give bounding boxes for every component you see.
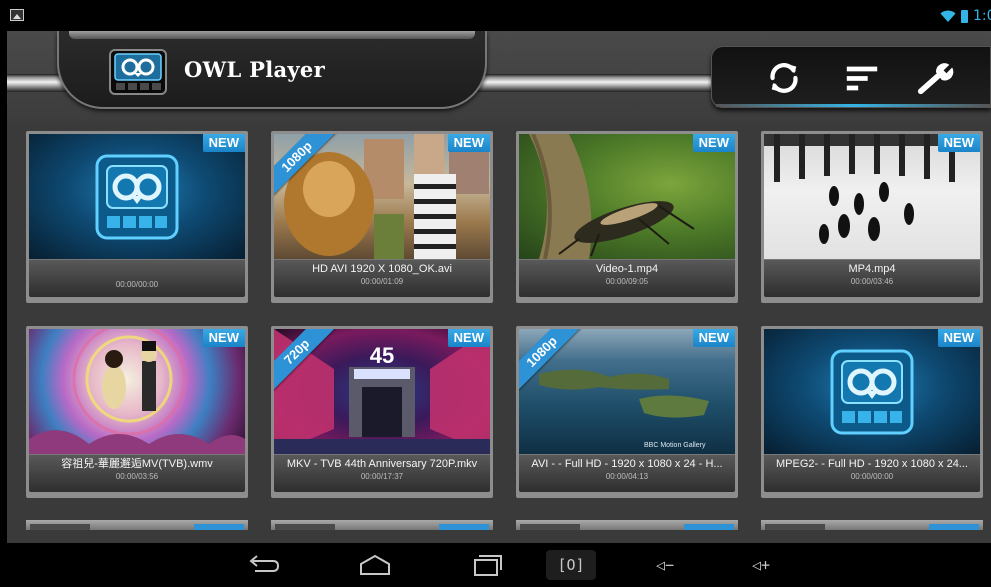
new-badge: NEW <box>937 134 980 152</box>
video-thumbnail: NEW <box>764 329 980 454</box>
watermark-text: BBC Motion Gallery <box>644 442 706 449</box>
owl-logo-icon <box>830 349 914 435</box>
owl-player-app: OWL Player NEW 00:00/00:00 1080p NEW HD … <box>7 31 991 543</box>
video-tile-partial[interactable] <box>761 520 983 530</box>
video-caption: HD AVI 1920 X 1080_OK.avi 00:00/01:09 <box>274 259 490 297</box>
video-thumbnail: NEW <box>764 134 980 259</box>
refresh-icon <box>770 63 798 93</box>
status-bar: 1:04 <box>0 0 991 31</box>
battery-icon <box>961 9 968 23</box>
new-badge: NEW <box>447 329 490 347</box>
mv-scene <box>29 329 245 454</box>
owl-logo-icon <box>109 49 167 95</box>
new-badge: NEW <box>202 329 245 347</box>
video-tile[interactable]: 1080p NEW BBC Motion Gallery AVI - - Ful… <box>516 326 738 498</box>
video-duration: 00:00/03:46 <box>850 277 894 286</box>
video-thumbnail: 1080p NEW BBC Motion Gallery <box>519 329 735 454</box>
video-tile-partial[interactable] <box>516 520 738 530</box>
volume-down-button[interactable]: ◁− <box>640 550 690 580</box>
new-badge: NEW <box>692 329 735 347</box>
video-tile[interactable]: 720p NEW 45 MKV - TVB 44th Anniversary 7… <box>271 326 493 498</box>
refresh-button[interactable] <box>762 57 806 99</box>
back-button[interactable] <box>238 550 288 580</box>
video-name: MKV - TVB 44th Anniversary 720P.mkv <box>286 458 478 470</box>
video-tile-partial[interactable] <box>271 520 493 530</box>
video-caption: MKV - TVB 44th Anniversary 720P.mkv 00:0… <box>274 454 490 492</box>
video-duration: 00:00/09:05 <box>605 277 649 286</box>
recent-apps-icon <box>474 555 502 576</box>
video-tile[interactable]: NEW MPEG2- - Full HD - 1920 x 1080 x 24.… <box>761 326 983 498</box>
back-icon <box>249 555 280 572</box>
video-caption: MP4.mp4 00:00/03:46 <box>764 259 980 297</box>
video-caption: 00:00/00:00 <box>29 259 245 297</box>
video-duration: 00:00/04:13 <box>605 472 649 481</box>
video-name: AVI - - Full HD - 1920 x 1080 x 24 - H..… <box>531 458 723 470</box>
owl-logo-icon <box>95 154 179 240</box>
new-badge: NEW <box>937 329 980 347</box>
gallery-notification-icon <box>10 9 24 21</box>
video-tile[interactable]: NEW 容祖兒-華麗邂逅MV(TVB).wmv 00:00/03:56 <box>26 326 248 498</box>
stage-number-text: 45 <box>370 343 394 368</box>
video-duration: 00:00/00:00 <box>850 472 894 481</box>
video-thumbnail: NEW <box>29 329 245 454</box>
settings-button[interactable] <box>914 57 958 99</box>
wifi-icon <box>940 9 956 23</box>
screenshot-icon: [O] <box>557 556 585 574</box>
new-badge: NEW <box>447 134 490 152</box>
recent-apps-button[interactable] <box>462 550 512 580</box>
clock: 1:04 <box>973 8 991 24</box>
status-icons: 1:04 <box>940 7 991 25</box>
video-caption: Video-1.mp4 00:00/09:05 <box>519 259 735 297</box>
video-name: HD AVI 1920 X 1080_OK.avi <box>312 263 452 275</box>
video-name: Video-1.mp4 <box>595 263 659 275</box>
video-duration: 00:00/17:37 <box>360 472 404 481</box>
video-name: MPEG2- - Full HD - 1920 x 1080 x 24... <box>776 458 968 470</box>
app-header: OWL Player <box>7 31 991 124</box>
video-caption: MPEG2- - Full HD - 1920 x 1080 x 24... 0… <box>764 454 980 492</box>
home-icon <box>360 554 390 575</box>
new-badge: NEW <box>202 134 245 152</box>
volume-up-icon: ◁+ <box>751 556 771 574</box>
video-tile[interactable]: 1080p NEW HD AVI 1920 X 1080_OK.avi 00:0… <box>271 131 493 303</box>
new-badge: NEW <box>692 134 735 152</box>
sort-button[interactable] <box>840 57 884 99</box>
video-thumbnail: 720p NEW 45 <box>274 329 490 454</box>
video-duration: 00:00/00:00 <box>115 280 159 289</box>
title-tab: OWL Player <box>57 31 487 109</box>
video-name: 容祖兒-華麗邂逅MV(TVB).wmv <box>61 458 213 470</box>
wrench-icon <box>917 63 954 95</box>
screenshot-button[interactable]: [O] <box>546 550 596 580</box>
system-nav-bar: [O] ◁− ◁+ <box>0 543 991 587</box>
video-tile[interactable]: NEW 00:00/00:00 <box>26 131 248 303</box>
video-caption: 容祖兒-華麗邂逅MV(TVB).wmv 00:00/03:56 <box>29 454 245 492</box>
video-duration: 00:00/01:09 <box>360 277 404 286</box>
video-tile[interactable]: NEW Video-1.mp4 00:00/09:05 <box>516 131 738 303</box>
insect-scene <box>529 134 695 259</box>
video-duration: 00:00/03:56 <box>115 472 159 481</box>
header-toolbar <box>711 46 991 108</box>
video-caption: AVI - - Full HD - 1920 x 1080 x 24 - H..… <box>519 454 735 492</box>
video-name: MP4.mp4 <box>848 263 896 275</box>
video-tile-partial[interactable] <box>26 520 248 530</box>
app-title: OWL Player <box>184 57 325 82</box>
volume-up-button[interactable]: ◁+ <box>736 550 786 580</box>
video-thumbnail: 1080p NEW <box>274 134 490 259</box>
video-tile[interactable]: NEW MP4.mp4 00:00/03:46 <box>761 131 983 303</box>
home-button[interactable] <box>350 550 400 580</box>
volume-down-icon: ◁− <box>655 556 675 574</box>
dancers-scene <box>764 134 980 244</box>
video-thumbnail: NEW <box>29 134 245 259</box>
video-thumbnail: NEW <box>519 134 735 259</box>
sort-icon <box>846 66 878 91</box>
